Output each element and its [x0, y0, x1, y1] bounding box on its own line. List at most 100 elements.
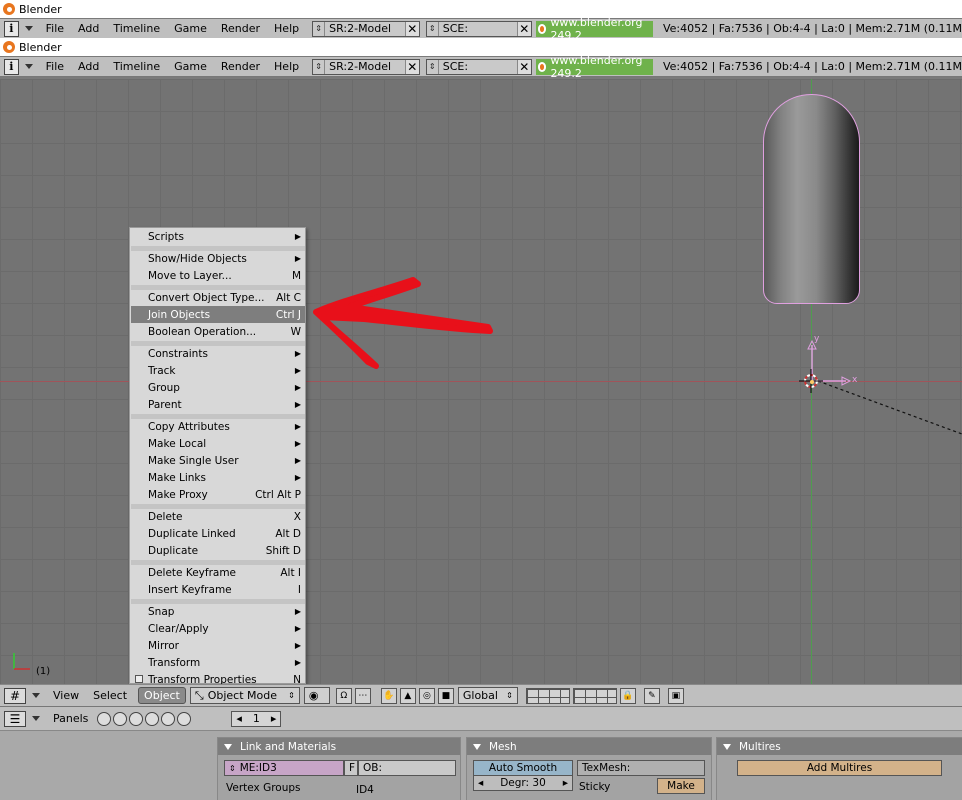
menu-object[interactable]: Object — [138, 687, 186, 704]
lock-icon[interactable]: 🔒 — [619, 687, 636, 704]
menu-game[interactable]: Game — [167, 60, 214, 73]
shading-context-icon[interactable] — [129, 711, 144, 726]
translate-icon[interactable]: ▲ — [399, 687, 416, 704]
fake-user-button[interactable]: F — [344, 760, 358, 776]
grease-pencil-icon[interactable]: ✎ — [643, 687, 660, 704]
pivot-icon[interactable]: Ω — [335, 687, 352, 704]
menu-item-move-to-layer[interactable]: Move to Layer... M — [131, 267, 305, 284]
menu-item-convert-type[interactable]: Convert Object Type... Alt C — [131, 289, 305, 306]
menu-item-insert-keyframe[interactable]: Insert Keyframe I — [131, 581, 305, 598]
auto-smooth-toggle[interactable]: Auto Smooth — [473, 760, 573, 776]
menu-item-duplicate-linked[interactable]: Duplicate Linked Alt D — [131, 525, 305, 542]
menu-item-make-proxy[interactable]: Make Proxy Ctrl Alt P — [131, 486, 305, 503]
orientation-selector[interactable]: Global ⇕ — [457, 687, 518, 704]
editing-context-icon[interactable] — [161, 711, 176, 726]
collapse-icon[interactable] — [224, 743, 232, 750]
collapse-icon[interactable] — [32, 716, 40, 721]
scale-icon[interactable]: ■ — [437, 687, 454, 704]
menu-file[interactable]: File — [39, 60, 71, 73]
menu-item-scripts[interactable]: Scripts ▶ — [131, 228, 305, 245]
collapse-icon[interactable] — [24, 26, 33, 31]
menu-item-make-single-user[interactable]: Make Single User ▶ — [131, 452, 305, 469]
object-context-icon[interactable] — [145, 711, 160, 726]
layer-buttons-left[interactable] — [525, 687, 570, 704]
degree-field[interactable]: ◂ Degr: 30 ▸ — [473, 775, 573, 791]
menu-view[interactable]: View — [46, 689, 86, 702]
close-icon[interactable]: ✕ — [404, 21, 419, 36]
manipulator-hand-icon[interactable]: ✋ — [380, 687, 397, 704]
scene-context-icon[interactable] — [177, 711, 192, 726]
frame-number-field[interactable]: ◂ 1 ▸ — [231, 710, 282, 727]
rotate-icon[interactable]: ◎ — [418, 687, 435, 704]
site-link[interactable]: www.blender.org 249.2 — [535, 16, 653, 42]
menu-item-copy-attributes[interactable]: Copy Attributes ▶ — [131, 418, 305, 435]
menu-item-show-hide[interactable]: Show/Hide Objects ▶ — [131, 250, 305, 267]
menu-item-mirror[interactable]: Mirror ▶ — [131, 637, 305, 654]
menu-game[interactable]: Game — [167, 22, 214, 35]
menu-item-delete[interactable]: Delete X — [131, 508, 305, 525]
scene-selector[interactable]: ⇕ SCE: ✕ — [425, 58, 532, 75]
proportional-icon[interactable]: ⋯ — [354, 687, 371, 704]
menu-item-group[interactable]: Group ▶ — [131, 379, 305, 396]
panel-header[interactable]: Link and Materials — [218, 738, 460, 755]
menu-item-clear-apply[interactable]: Clear/Apply ▶ — [131, 620, 305, 637]
menu-item-parent[interactable]: Parent ▶ — [131, 396, 305, 413]
grid-editor-icon[interactable]: # — [4, 687, 26, 704]
menu-item-delete-keyframe[interactable]: Delete Keyframe Alt I — [131, 564, 305, 581]
render-preview-icon[interactable]: ▣ — [667, 687, 684, 704]
object-name-field[interactable]: OB: — [358, 760, 456, 776]
checkbox-icon[interactable] — [135, 675, 143, 683]
menu-file[interactable]: File — [39, 22, 71, 35]
close-icon[interactable]: ✕ — [516, 21, 531, 36]
buttons-editor-icon[interactable]: ☰ — [4, 710, 26, 727]
decrement-icon[interactable]: ◂ — [478, 777, 483, 789]
collapse-icon[interactable] — [473, 743, 481, 750]
menu-render[interactable]: Render — [214, 60, 267, 73]
menu-item-boolean[interactable]: Boolean Operation... W — [131, 323, 305, 340]
info-editor-icon[interactable]: i — [4, 20, 19, 37]
logic-context-icon[interactable] — [97, 711, 112, 726]
info-editor-icon[interactable]: i — [4, 58, 19, 75]
close-icon[interactable]: ✕ — [516, 59, 531, 74]
menu-item-constraints[interactable]: Constraints ▶ — [131, 345, 305, 362]
menu-item-track[interactable]: Track ▶ — [131, 362, 305, 379]
menu-help[interactable]: Help — [267, 22, 306, 35]
menu-timeline[interactable]: Timeline — [106, 22, 167, 35]
layer-buttons-right[interactable] — [572, 687, 617, 704]
draw-type-selector[interactable]: ◉ — [303, 687, 330, 704]
menu-item-snap[interactable]: Snap ▶ — [131, 603, 305, 620]
increment-icon[interactable]: ▸ — [267, 712, 281, 725]
menu-render[interactable]: Render — [214, 22, 267, 35]
menu-item-transform[interactable]: Transform ▶ — [131, 654, 305, 671]
collapse-icon[interactable] — [24, 64, 33, 69]
add-multires-label: Add Multires — [806, 762, 873, 774]
menu-help[interactable]: Help — [267, 60, 306, 73]
script-context-icon[interactable] — [113, 711, 128, 726]
texmesh-field[interactable]: TexMesh: — [577, 760, 705, 776]
panel-header[interactable]: Mesh — [467, 738, 711, 755]
close-icon[interactable]: ✕ — [404, 59, 419, 74]
collapse-icon[interactable] — [32, 693, 40, 698]
screen-selector[interactable]: ⇕ SR:2-Model ✕ — [312, 20, 420, 37]
menu-add[interactable]: Add — [71, 60, 106, 73]
screen-selector[interactable]: ⇕ SR:2-Model ✕ — [312, 58, 420, 75]
window-titlebar-front: Blender — [0, 38, 962, 56]
menu-select[interactable]: Select — [86, 689, 134, 702]
menu-item-join-objects[interactable]: Join Objects Ctrl J — [131, 306, 305, 323]
add-multires-button[interactable]: Add Multires — [737, 760, 942, 776]
menu-item-make-links[interactable]: Make Links ▶ — [131, 469, 305, 486]
make-sticky-button[interactable]: Make — [657, 778, 705, 794]
increment-icon[interactable]: ▸ — [563, 777, 568, 789]
mode-selector[interactable]: ⤡ Object Mode ⇕ — [189, 687, 300, 704]
decrement-icon[interactable]: ◂ — [232, 712, 246, 725]
panels-label: Panels — [53, 712, 89, 725]
site-link[interactable]: www.blender.org 249.2 — [535, 54, 653, 80]
mesh-datablock-field[interactable]: ⇕ ME:ID3 — [224, 760, 344, 776]
menu-timeline[interactable]: Timeline — [106, 60, 167, 73]
menu-add[interactable]: Add — [71, 22, 106, 35]
panel-header[interactable]: Multires — [717, 738, 962, 755]
menu-item-duplicate[interactable]: Duplicate Shift D — [131, 542, 305, 559]
scene-selector[interactable]: ⇕ SCE: ✕ — [425, 20, 532, 37]
collapse-icon[interactable] — [723, 743, 731, 750]
menu-item-make-local[interactable]: Make Local ▶ — [131, 435, 305, 452]
